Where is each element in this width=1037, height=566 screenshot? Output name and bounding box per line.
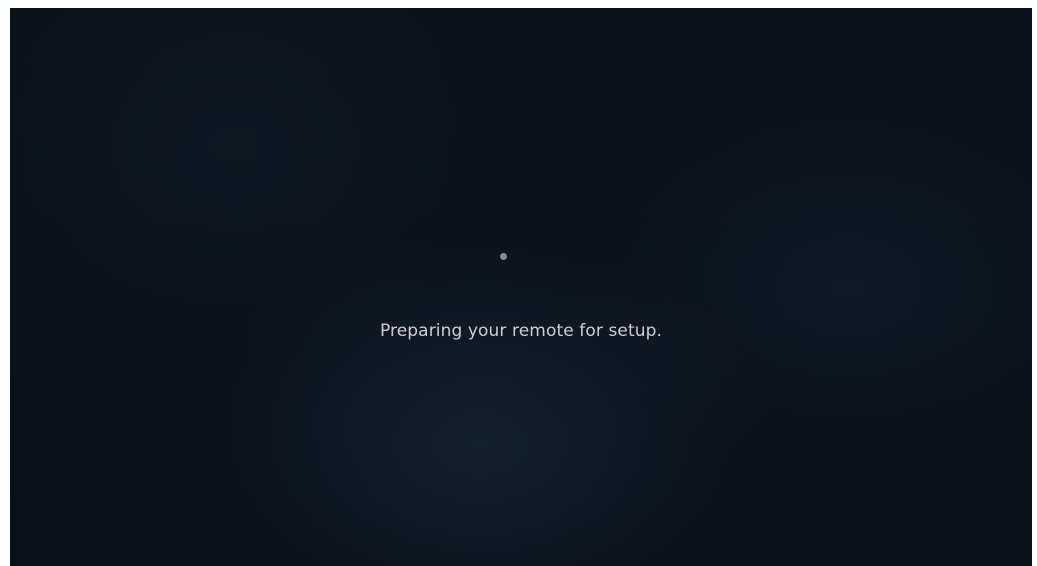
status-message: Preparing your remote for setup. xyxy=(379,321,663,341)
setup-screen: Preparing your remote for setup. xyxy=(10,8,1032,566)
loading-spinner-icon xyxy=(500,253,507,260)
